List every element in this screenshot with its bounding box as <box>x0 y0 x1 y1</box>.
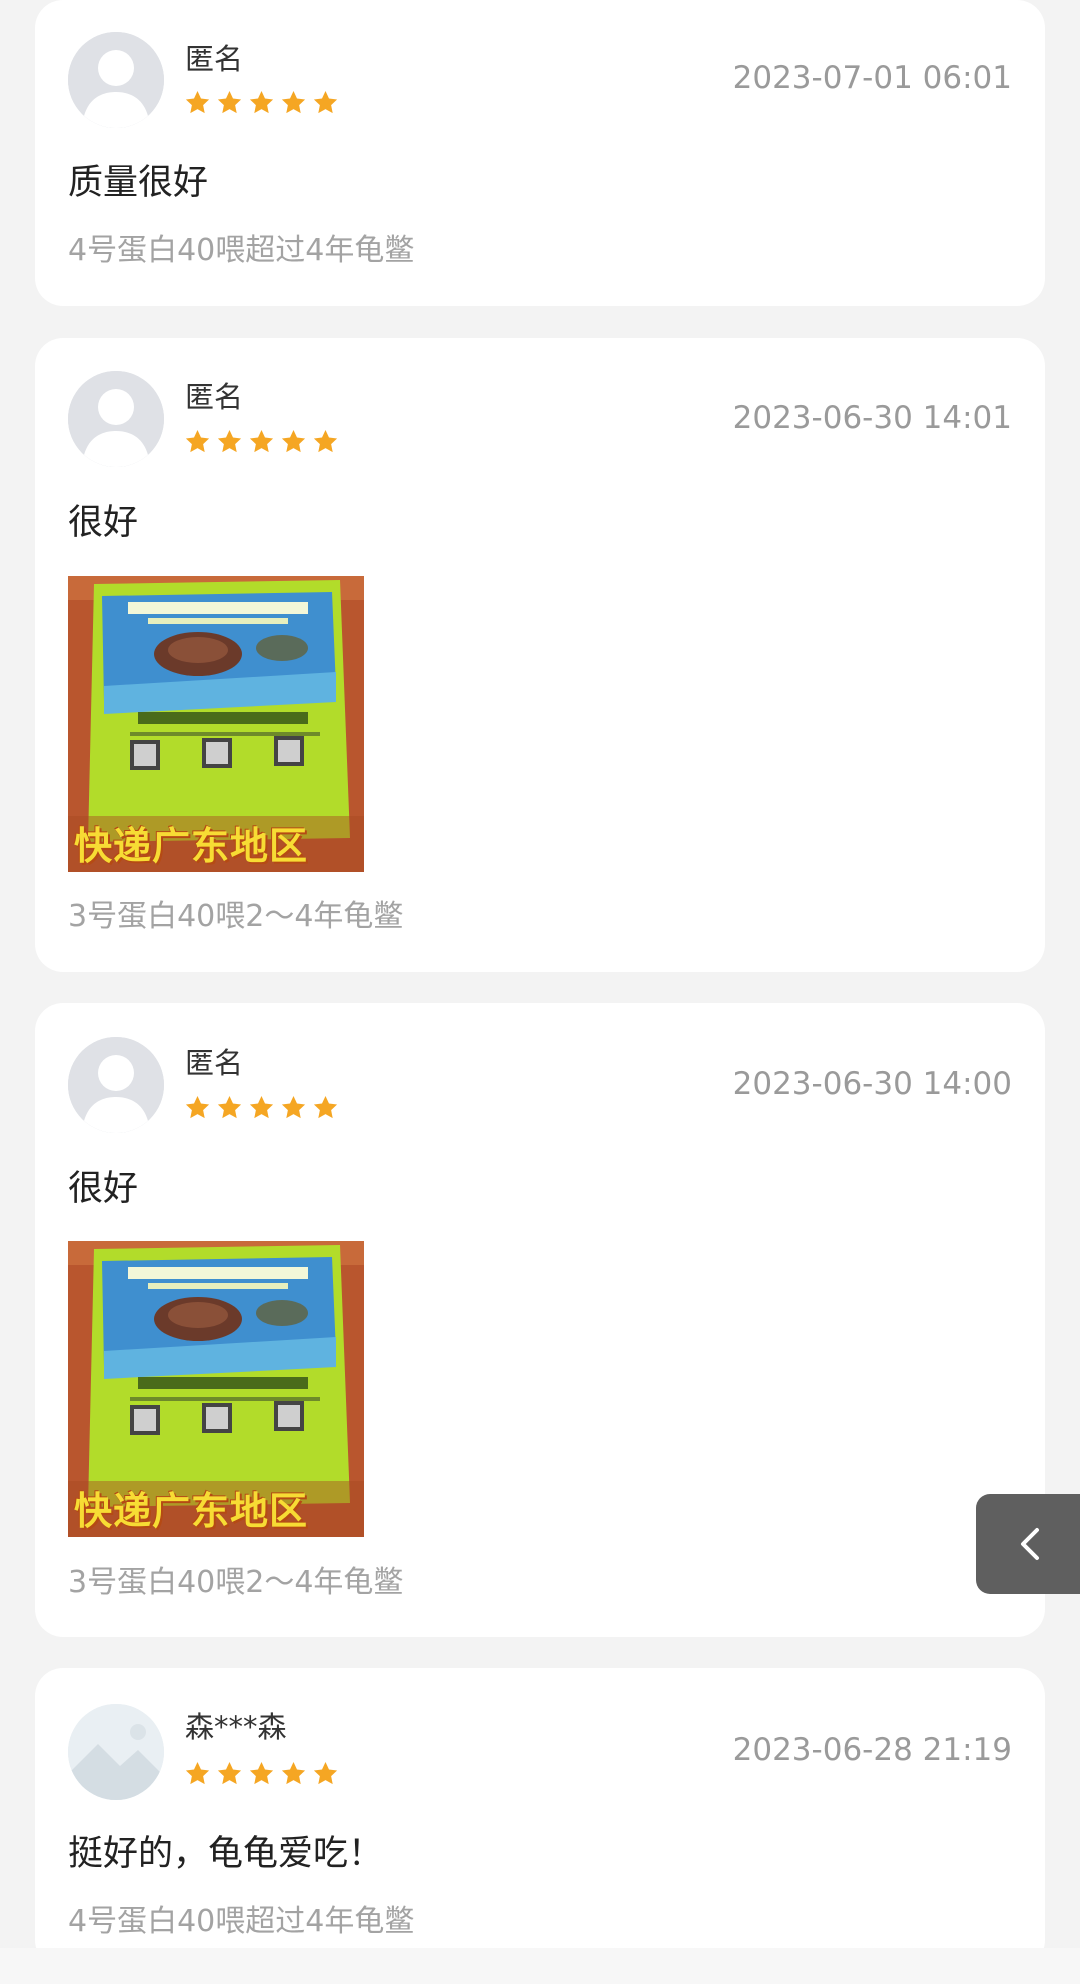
rating-stars <box>184 1760 339 1787</box>
star-icon <box>217 91 242 114</box>
review-comment: 挺好的，龟龟爱吃！ <box>68 1834 384 1874</box>
star-icon <box>313 430 338 453</box>
star-icon <box>313 1096 338 1119</box>
default-avatar-icon <box>68 32 164 128</box>
review-date: 2023-07-01 06:01 <box>732 60 1012 96</box>
reviewer-name: 森***森 <box>185 1710 287 1744</box>
star-icon <box>217 430 242 453</box>
purchased-spec: 4号蛋白40喂超过4年龟鳖 <box>68 1904 415 1939</box>
purchased-spec: 3号蛋白40喂2～4年龟鳖 <box>68 1565 404 1600</box>
review-comment: 很好 <box>68 503 139 543</box>
review-list-page: 匿名 2023-07-01 06:01 质量很好 4号蛋白40喂超过4年龟鳖 匿… <box>0 0 1080 1984</box>
photo-caption: 快递广东地区 <box>74 1489 309 1533</box>
chevron-left-icon <box>1021 1528 1039 1560</box>
star-icon <box>185 430 210 453</box>
review-date: 2023-06-30 14:00 <box>732 1066 1012 1102</box>
review-card: 森***森 2023-06-28 21:19 挺好的，龟龟爱吃！ 4号蛋白40喂… <box>35 1668 1045 1968</box>
review-photo[interactable]: 快递广东地区 <box>68 1241 364 1537</box>
review-comment: 很好 <box>68 1169 139 1209</box>
review-date: 2023-06-28 21:19 <box>732 1732 1012 1768</box>
user-avatar <box>68 1704 164 1800</box>
rating-stars <box>184 428 339 455</box>
star-icon <box>185 1096 210 1119</box>
star-icon <box>281 430 306 453</box>
review-card: 匿名 2023-06-30 14:00 很好 快递广东地区 3号蛋白40喂2～4… <box>35 1003 1045 1637</box>
star-icon <box>185 91 210 114</box>
reviewer-name: 匿名 <box>185 380 244 414</box>
review-comment: 质量很好 <box>68 163 209 203</box>
star-icon <box>281 91 306 114</box>
star-icon <box>249 91 274 114</box>
bottom-edge <box>0 1948 1080 1984</box>
star-icon <box>249 430 274 453</box>
purchased-spec: 3号蛋白40喂2～4年龟鳖 <box>68 899 404 934</box>
star-icon <box>185 1762 210 1785</box>
review-card: 匿名 2023-07-01 06:01 质量很好 4号蛋白40喂超过4年龟鳖 <box>35 0 1045 306</box>
rating-stars <box>184 89 339 116</box>
star-icon <box>281 1762 306 1785</box>
floating-back-button[interactable] <box>976 1494 1080 1594</box>
reviewer-name: 匿名 <box>185 42 244 76</box>
star-icon <box>313 1762 338 1785</box>
star-icon <box>249 1762 274 1785</box>
star-icon <box>313 91 338 114</box>
review-date: 2023-06-30 14:01 <box>732 400 1012 436</box>
purchased-spec: 4号蛋白40喂超过4年龟鳖 <box>68 233 415 268</box>
star-icon <box>217 1096 242 1119</box>
star-icon <box>281 1096 306 1119</box>
rating-stars <box>184 1094 339 1121</box>
review-card: 匿名 2023-06-30 14:01 很好 快递广东地区 3号蛋白40喂2～4… <box>35 338 1045 972</box>
default-avatar-icon <box>68 371 164 467</box>
reviewer-name: 匿名 <box>185 1046 244 1080</box>
star-icon <box>249 1096 274 1119</box>
star-icon <box>217 1762 242 1785</box>
review-photo[interactable]: 快递广东地区 <box>68 576 364 872</box>
photo-caption: 快递广东地区 <box>74 824 309 868</box>
default-avatar-icon <box>68 1037 164 1133</box>
